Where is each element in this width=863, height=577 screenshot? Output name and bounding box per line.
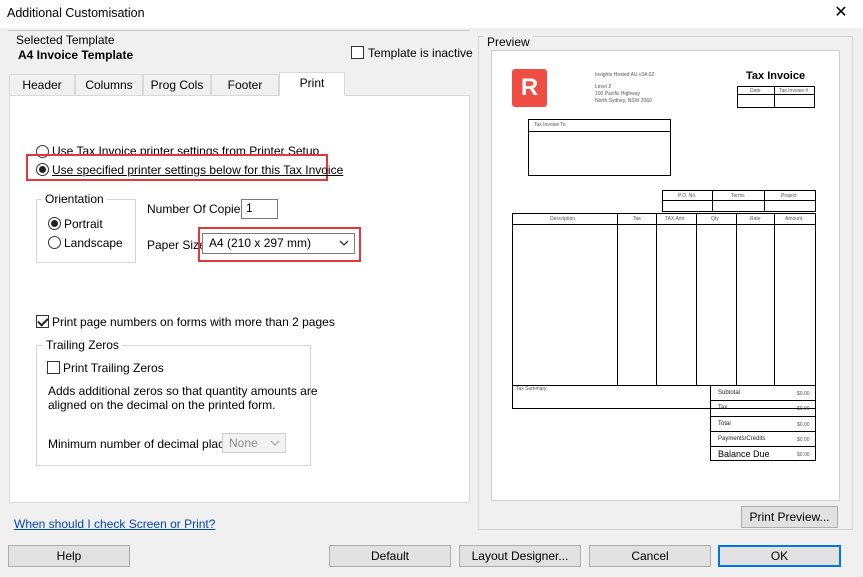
layout-designer-button[interactable]: Layout Designer...: [459, 545, 581, 567]
template-name: A4 Invoice Template: [18, 48, 134, 62]
tax-amount: $0.00: [797, 406, 810, 412]
copies-label: Number Of Copies: [147, 202, 247, 216]
company-address-3: North Sydney, NSW 2060: [595, 98, 652, 104]
radio-portrait[interactable]: [48, 217, 61, 230]
po-box-vdiv2: [764, 190, 765, 212]
totals-div-2: [710, 416, 816, 417]
print-trailing-zeros-label: Print Trailing Zeros: [63, 361, 164, 375]
radio-specified-settings-label: Use specified printer settings below for…: [52, 163, 344, 177]
date-box-vdivider: [774, 86, 775, 108]
payments-amount: $0.00: [797, 437, 810, 443]
subtotal-label: Subtotal: [718, 390, 741, 396]
trailing-desc-2: aligned on the decimal on the printed fo…: [48, 398, 276, 412]
date-label: Date: [750, 88, 761, 94]
paper-size-label: Paper Size: [147, 238, 206, 252]
chevron-down-icon: [338, 237, 350, 249]
col-div-2: [656, 213, 657, 385]
date-box-divider: [737, 94, 815, 95]
col-description: Description: [550, 216, 576, 222]
totals-div-1: [710, 400, 816, 401]
portrait-label: Portrait: [64, 217, 103, 231]
min-decimal-label: Minimum number of decimal places:: [48, 437, 241, 451]
template-inactive-label: Template is inactive: [368, 46, 473, 60]
balance-due-label: Balance Due: [718, 449, 770, 459]
orientation-group: [36, 199, 136, 263]
col-amount: Amount: [785, 216, 803, 222]
totals-div-4: [710, 446, 816, 447]
tab-header[interactable]: Header: [9, 74, 75, 95]
template-inactive-checkbox[interactable]: [351, 46, 364, 59]
print-preview-button[interactable]: Print Preview...: [741, 506, 838, 528]
print-trailing-zeros-checkbox[interactable]: [47, 361, 60, 374]
po-label: P.O. No.: [678, 193, 697, 199]
default-button[interactable]: Default: [329, 545, 451, 567]
tab-print[interactable]: Print: [279, 72, 345, 96]
page-numbers-label: Print page numbers on forms with more th…: [52, 315, 335, 329]
doc-title: Tax Invoice: [746, 70, 806, 82]
company-address-2: 100 Pacific Highway: [595, 91, 641, 97]
total-amount: $0.00: [797, 422, 810, 428]
payments-label: Payments/Credits: [718, 436, 766, 442]
project-label: Project: [781, 193, 797, 199]
subtotal-amount: $0.00: [797, 391, 810, 397]
col-div-3: [696, 213, 697, 385]
terms-label: Terms: [731, 193, 745, 199]
balance-due-amount: $0.00: [797, 452, 810, 458]
total-label: Total: [718, 421, 731, 427]
tax-total-label: Tax: [718, 405, 728, 411]
radio-landscape[interactable]: [48, 236, 61, 249]
col-tax-amt: TAX Amt: [665, 216, 685, 222]
copies-input[interactable]: 1: [241, 199, 278, 219]
tab-footer[interactable]: Footer: [211, 74, 279, 95]
trailing-desc-1: Adds additional zeros so that quantity a…: [48, 384, 318, 398]
totals-div-3: [710, 431, 816, 432]
items-header-divider: [512, 224, 816, 225]
help-button[interactable]: Help: [8, 545, 130, 567]
landscape-label: Landscape: [64, 236, 123, 250]
trailing-zeros-title: Trailing Zeros: [43, 338, 122, 352]
page-numbers-checkbox[interactable]: [36, 315, 49, 328]
col-div-4: [736, 213, 737, 385]
company-logo: R: [512, 69, 547, 107]
tax-summary-label: Tax Summary: [516, 386, 547, 392]
tax-invoice-no-label: Tax Invoice #: [779, 88, 809, 94]
tab-columns[interactable]: Columns: [75, 74, 143, 95]
tab-prog-cols[interactable]: Prog Cols: [143, 74, 211, 95]
help-link[interactable]: When should I check Screen or Print?: [14, 517, 215, 531]
chevron-down-icon: [269, 437, 281, 449]
col-tax: Tax: [633, 216, 641, 222]
close-icon[interactable]: ✕: [829, 2, 853, 24]
col-rate: Rate: [750, 216, 761, 222]
ok-button[interactable]: OK: [718, 545, 841, 567]
po-box-divider: [662, 200, 816, 201]
paper-size-select[interactable]: A4 (210 x 297 mm): [202, 233, 355, 254]
po-box-vdiv1: [712, 190, 713, 212]
selected-template-label: Selected Template: [16, 33, 115, 47]
preview-label: Preview: [484, 35, 533, 49]
company-address-1: Level 2: [595, 84, 612, 90]
invoice-to-label: Tax Invoice To: [534, 122, 566, 128]
orientation-title: Orientation: [42, 192, 107, 206]
cancel-button[interactable]: Cancel: [589, 545, 711, 567]
invoice-to-divider: [528, 131, 671, 132]
window-title: Additional Customisation: [7, 6, 145, 20]
radio-specified-settings[interactable]: [36, 163, 49, 176]
min-decimal-select[interactable]: None: [222, 433, 286, 453]
col-div-1: [617, 213, 618, 385]
company-name: Insights Hosted AU v3A 02: [595, 72, 655, 78]
items-table: [512, 213, 816, 409]
col-qty: Qty: [711, 216, 719, 222]
col-div-5: [774, 213, 775, 385]
